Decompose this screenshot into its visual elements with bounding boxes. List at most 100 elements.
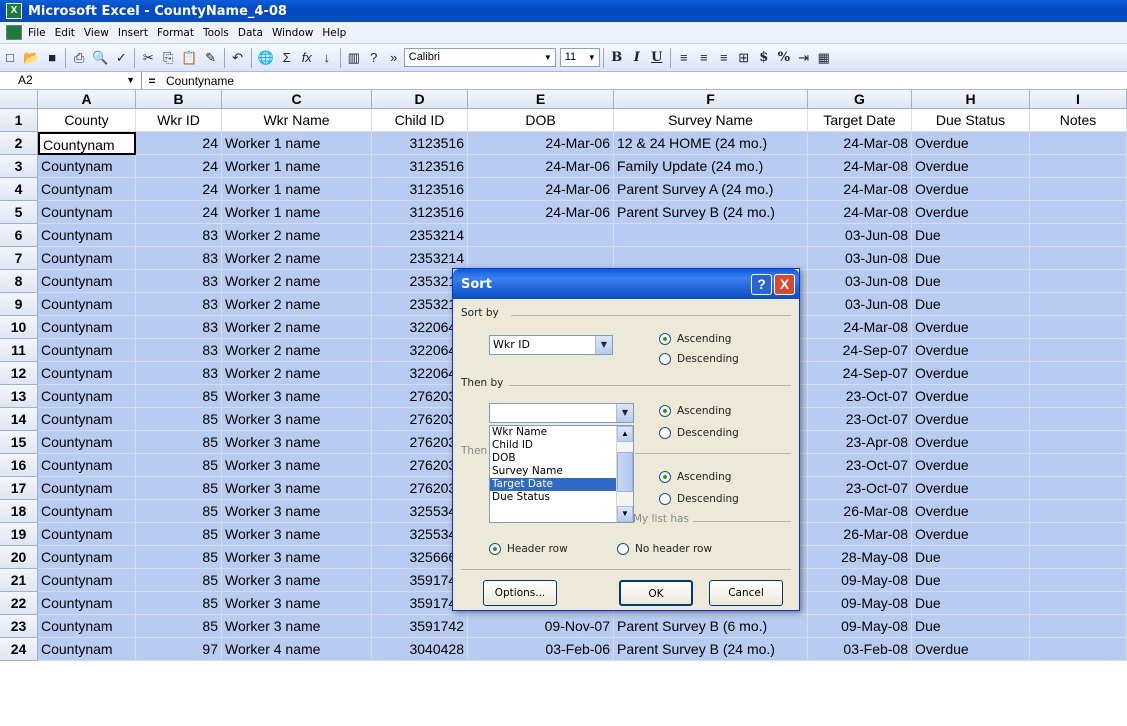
then-by-ascending-radio[interactable]: Ascending (659, 405, 731, 417)
table-cell[interactable]: Worker 4 name (222, 638, 372, 661)
table-cell[interactable]: Overdue (912, 362, 1030, 385)
table-cell[interactable]: Overdue (912, 155, 1030, 178)
table-cell[interactable]: 23-Oct-07 (808, 477, 912, 500)
hyperlink-icon[interactable]: 🌐 (256, 48, 276, 68)
table-cell[interactable]: Worker 3 name (222, 477, 372, 500)
table-cell[interactable]: 28-May-08 (808, 546, 912, 569)
table-cell[interactable]: 24 (136, 155, 222, 178)
table-cell[interactable]: Family Update (24 mo.) (614, 155, 808, 178)
table-cell[interactable] (1030, 270, 1127, 293)
header-cell[interactable]: Due Status (912, 109, 1030, 132)
formula-input[interactable]: Countyname (162, 74, 234, 88)
name-box[interactable]: A2 ▼ (0, 72, 142, 89)
table-cell[interactable] (1030, 178, 1127, 201)
table-cell[interactable]: Countynam (38, 569, 136, 592)
open-icon[interactable]: 📂 (21, 48, 41, 68)
scroll-down-icon[interactable]: ▼ (617, 506, 633, 522)
table-cell[interactable]: Countynam (38, 523, 136, 546)
table-cell[interactable]: 24 (136, 132, 222, 155)
row-header[interactable]: 22 (0, 592, 38, 615)
undo-icon[interactable]: ↶ (229, 48, 247, 68)
table-cell[interactable]: 24-Mar-08 (808, 316, 912, 339)
table-cell[interactable]: Worker 3 name (222, 569, 372, 592)
table-cell[interactable]: Worker 2 name (222, 224, 372, 247)
dialog-help-button[interactable]: ? (751, 273, 772, 295)
align-center-icon[interactable]: ≡ (695, 48, 713, 68)
row-header[interactable]: 23 (0, 615, 38, 638)
table-cell[interactable]: Countynam (38, 454, 136, 477)
copy-icon[interactable]: ⎘ (159, 48, 177, 68)
table-cell[interactable]: 85 (136, 569, 222, 592)
table-cell[interactable]: Countynam (38, 431, 136, 454)
font-size-box[interactable]: 11 ▼ (559, 48, 600, 67)
table-cell[interactable]: 03-Jun-08 (808, 293, 912, 316)
table-cell[interactable]: 24-Sep-07 (808, 362, 912, 385)
table-cell[interactable]: Due (912, 224, 1030, 247)
table-cell[interactable]: Countynam (38, 316, 136, 339)
table-cell[interactable]: Overdue (912, 408, 1030, 431)
table-cell[interactable]: 03-Jun-08 (808, 270, 912, 293)
table-cell[interactable]: 85 (136, 408, 222, 431)
table-cell[interactable]: 85 (136, 477, 222, 500)
table-cell[interactable] (1030, 247, 1127, 270)
table-cell[interactable]: Countynam (38, 385, 136, 408)
table-cell[interactable]: Due (912, 546, 1030, 569)
table-cell[interactable]: 2353214 (372, 247, 468, 270)
row-header[interactable]: 5 (0, 201, 38, 224)
table-cell[interactable] (1030, 615, 1127, 638)
table-cell[interactable]: 24-Mar-08 (808, 201, 912, 224)
table-cell[interactable]: 09-May-08 (808, 592, 912, 615)
table-cell[interactable]: 09-May-08 (808, 615, 912, 638)
row-header[interactable]: 10 (0, 316, 38, 339)
help-icon[interactable]: ? (365, 48, 383, 68)
row-header[interactable]: 20 (0, 546, 38, 569)
table-cell[interactable]: Worker 3 name (222, 615, 372, 638)
table-cell[interactable] (1030, 316, 1127, 339)
table-cell[interactable]: Countynam (38, 546, 136, 569)
table-cell[interactable] (1030, 569, 1127, 592)
table-cell[interactable]: 3591742 (372, 615, 468, 638)
table-cell[interactable]: Worker 3 name (222, 592, 372, 615)
menu-file[interactable]: File (28, 27, 46, 39)
table-cell[interactable]: Worker 2 name (222, 362, 372, 385)
underline-button[interactable]: U (648, 48, 666, 68)
table-cell[interactable] (1030, 224, 1127, 247)
table-cell[interactable]: Overdue (912, 500, 1030, 523)
table-cell[interactable]: 97 (136, 638, 222, 661)
column-header-f[interactable]: F (614, 90, 808, 109)
table-cell[interactable]: Countynam (38, 408, 136, 431)
table-cell[interactable]: 83 (136, 316, 222, 339)
table-cell[interactable]: 85 (136, 523, 222, 546)
table-cell[interactable]: 83 (136, 339, 222, 362)
table-cell[interactable] (1030, 408, 1127, 431)
table-cell[interactable]: Countynam (38, 270, 136, 293)
table-cell[interactable]: 24-Mar-06 (468, 155, 614, 178)
table-cell[interactable]: 3040428 (372, 638, 468, 661)
function-icon[interactable]: fx (298, 48, 316, 68)
no-header-row-radio[interactable]: No header row (617, 543, 712, 555)
sort-ascending-icon[interactable]: ↓ (318, 48, 336, 68)
table-cell[interactable]: 03-Feb-08 (808, 638, 912, 661)
then-by-dropdown-list[interactable]: Wkr Name Child ID DOB Survey Name Target Dat… (489, 425, 634, 523)
column-header-g[interactable]: G (808, 90, 912, 109)
then-by-descending-radio[interactable]: Descending (659, 427, 739, 439)
toolbar-options-icon[interactable]: » (385, 48, 403, 68)
table-cell[interactable]: Parent Survey A (24 mo.) (614, 178, 808, 201)
table-cell[interactable]: 83 (136, 362, 222, 385)
table-cell[interactable]: Worker 3 name (222, 523, 372, 546)
row-header[interactable]: 9 (0, 293, 38, 316)
borders-icon[interactable]: ▦ (815, 48, 833, 68)
header-cell[interactable]: Wkr Name (222, 109, 372, 132)
table-cell[interactable]: 85 (136, 431, 222, 454)
font-name-box[interactable]: Calibri ▼ (403, 48, 556, 67)
table-cell[interactable]: 85 (136, 454, 222, 477)
new-icon[interactable]: □ (1, 48, 19, 68)
spelling-icon[interactable]: ✓ (112, 48, 130, 68)
column-header-a[interactable]: A (38, 90, 136, 109)
table-cell[interactable]: Worker 3 name (222, 500, 372, 523)
row-header[interactable]: 1 (0, 109, 38, 132)
autosum-icon[interactable]: Σ (278, 48, 296, 68)
then-by-2-descending-radio[interactable]: Descending (659, 493, 739, 505)
table-cell[interactable]: 2353214 (372, 224, 468, 247)
table-cell[interactable] (468, 247, 614, 270)
